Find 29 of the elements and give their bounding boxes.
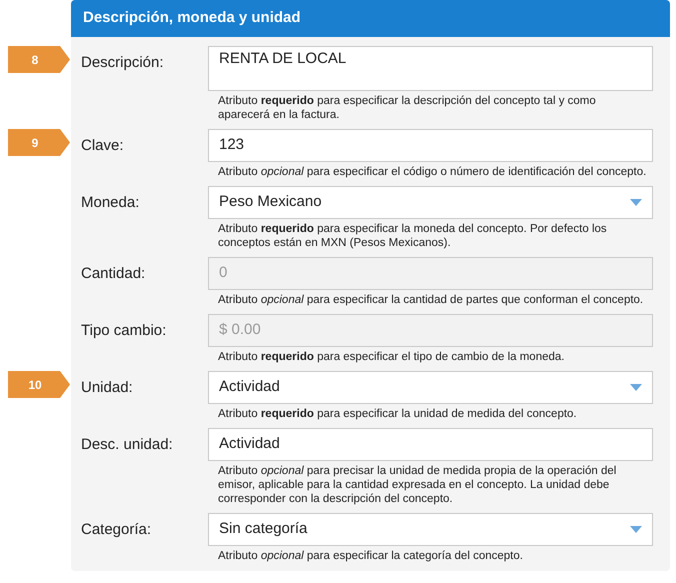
help-text: Atributo opcional para especificar la cantidad de partes que conforman el concepto. <box>217 293 644 307</box>
field-label: Categoría: <box>80 520 152 540</box>
select-field[interactable]: Sin categoría <box>208 513 653 546</box>
dropdown-icon <box>630 384 642 391</box>
help-text: Atributo opcional para precisar la unidad de medida propia de la operación del emisor, aplicable para la cantidad expresada en el concepto. La unidad debe corresponder con la descripción del concepto. <box>217 464 618 506</box>
step-badge: 10 <box>8 371 70 398</box>
help-text: Atributo opcional para especificar el código o número de identificación del concepto. <box>217 165 648 179</box>
help-text: Atributo requerido para especificar la unidad de medida del concepto. <box>217 407 578 421</box>
field-label: Descripción: <box>80 53 165 73</box>
panel-header: Descripción, moneda y unidad <box>71 0 670 37</box>
select-field[interactable]: Peso Mexicano <box>208 186 653 219</box>
help-text: Atributo requerido para especificar el tipo de cambio de la moneda. <box>217 350 566 364</box>
text-field[interactable]: 123 <box>208 129 653 162</box>
dropdown-icon <box>630 526 642 533</box>
help-text: Atributo requerido para especificar la descripción del concepto tal y como aparecerá en la factura. <box>217 94 597 122</box>
description-field[interactable]: RENTA DE LOCAL <box>208 46 653 91</box>
field-label: Cantidad: <box>80 264 146 284</box>
step-badge: 9 <box>8 129 70 156</box>
field-label: Moneda: <box>80 193 140 213</box>
dropdown-icon <box>630 199 642 206</box>
step-badge: 8 <box>8 46 70 73</box>
field-label: Desc. unidad: <box>80 435 174 455</box>
help-text: Atributo requerido para especificar la moneda del concepto. Por defecto los conceptos están en MXN (Pesos Mexicanos). <box>217 222 608 250</box>
select-field[interactable]: Actividad <box>208 371 653 404</box>
field-label: Clave: <box>80 136 125 156</box>
text-field[interactable]: Actividad <box>208 428 653 461</box>
field-label: Unidad: <box>80 378 134 398</box>
help-text: Atributo opcional para especificar la categoría del concepto. <box>217 549 524 563</box>
field-label: Tipo cambio: <box>80 321 168 341</box>
